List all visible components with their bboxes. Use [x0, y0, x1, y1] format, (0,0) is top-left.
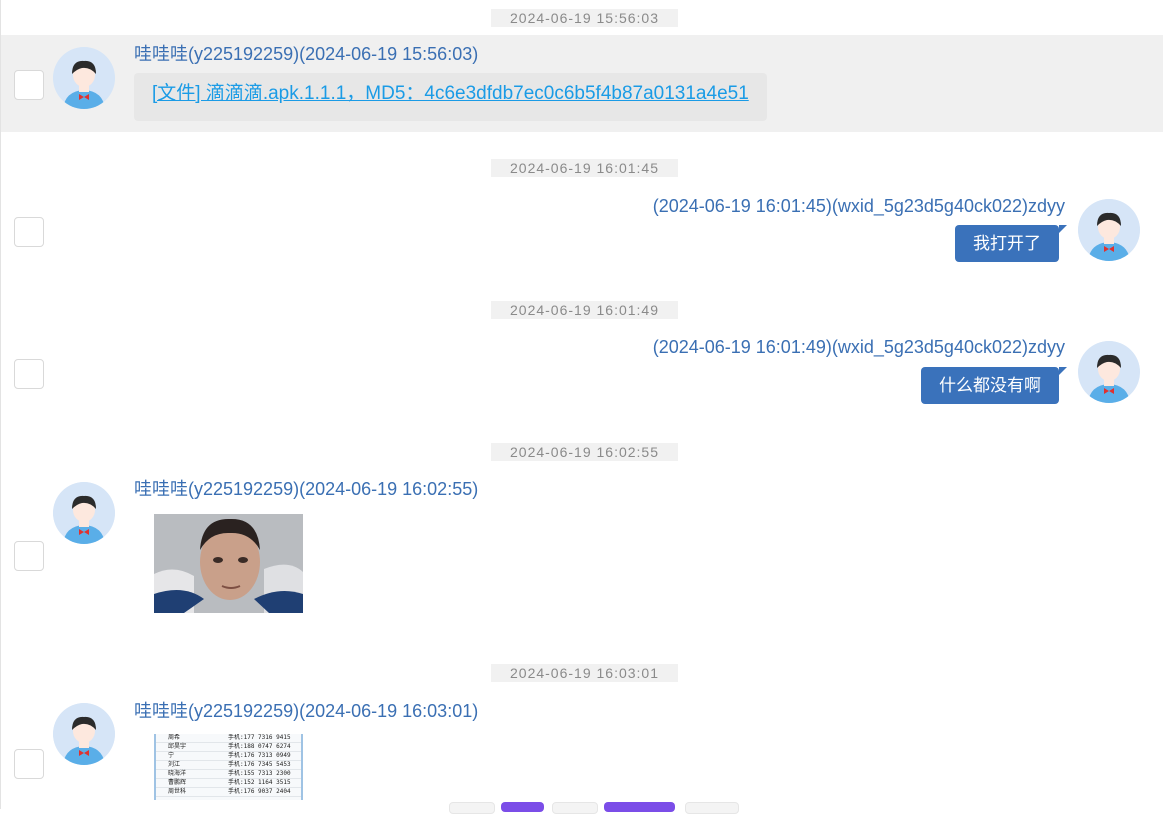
sender-name: 哇哇哇(y225192259)(2024-06-19 15:56:03) — [134, 44, 479, 64]
sender-name: 哇哇哇(y225192259)(2024-06-19 16:02:55) — [134, 479, 479, 499]
user-avatar-icon[interactable] — [53, 47, 115, 109]
sender-name: 哇哇哇(y225192259)(2024-06-19 16:03:01) — [134, 701, 479, 721]
select-checkbox[interactable] — [14, 70, 44, 100]
text-message-bubble: 我打开了 — [955, 225, 1067, 262]
pager-button[interactable] — [449, 802, 495, 814]
image-text-row: 曹鹏辉 手机:152 1164 3515 — [156, 779, 301, 788]
select-checkbox[interactable] — [14, 541, 44, 571]
timestamp-divider: 2024-06-19 16:01:45 — [491, 159, 678, 177]
timestamp-divider: 2024-06-19 16:03:01 — [491, 664, 678, 682]
image-text-row: 晓海洋 手机:155 7313 2300 — [156, 770, 301, 779]
sender-name: (2024-06-19 16:01:45)(wxid_5g23d5g40ck02… — [652, 196, 1065, 216]
sender-name: (2024-06-19 16:01:49)(wxid_5g23d5g40ck02… — [652, 337, 1065, 357]
user-avatar-icon[interactable] — [53, 482, 115, 544]
user-avatar-icon[interactable] — [53, 703, 115, 765]
text-message-bubble: 什么都没有啊 — [921, 367, 1067, 404]
pager-button-active[interactable] — [501, 802, 544, 812]
file-message-bubble: [文件] 滴滴滴.apk.1.1.1，MD5：4c6e3dfdb7ec0c6b5… — [134, 73, 767, 121]
select-checkbox[interactable] — [14, 217, 44, 247]
select-checkbox[interactable] — [14, 359, 44, 389]
image-text-row: 周世科 手机:176 9037 2404 — [156, 788, 301, 797]
select-checkbox[interactable] — [14, 749, 44, 779]
user-avatar-icon[interactable] — [1078, 199, 1140, 261]
timestamp-divider: 2024-06-19 16:02:55 — [491, 443, 678, 461]
timestamp-divider: 2024-06-19 15:56:03 — [491, 9, 678, 27]
user-avatar-icon[interactable] — [1078, 341, 1140, 403]
image-text-row: 宁手机:176 7313 0949 — [156, 752, 301, 761]
image-text-row: 周希 手机:177 7316 9415 — [156, 734, 301, 743]
pager-button-active[interactable] — [604, 802, 675, 812]
image-message[interactable]: 周希 手机:177 7316 9415 邱昊宇 手机:188 0747 6274 宁… — [154, 734, 303, 800]
message-row: 哇哇哇(y225192259)(2024-06-19 15:56:03) [文件… — [1, 35, 1163, 132]
image-text-row: 刘江 手机:176 7345 5453 — [156, 761, 301, 770]
timestamp-divider: 2024-06-19 16:01:49 — [491, 301, 678, 319]
file-download-link[interactable]: [文件] 滴滴滴.apk.1.1.1，MD5：4c6e3dfdb7ec0c6b5… — [152, 83, 749, 104]
pager-button[interactable] — [685, 802, 739, 814]
pager-button[interactable] — [552, 802, 598, 814]
image-text-row: 邱昊宇 手机:188 0747 6274 — [156, 743, 301, 752]
image-message[interactable] — [154, 514, 303, 613]
